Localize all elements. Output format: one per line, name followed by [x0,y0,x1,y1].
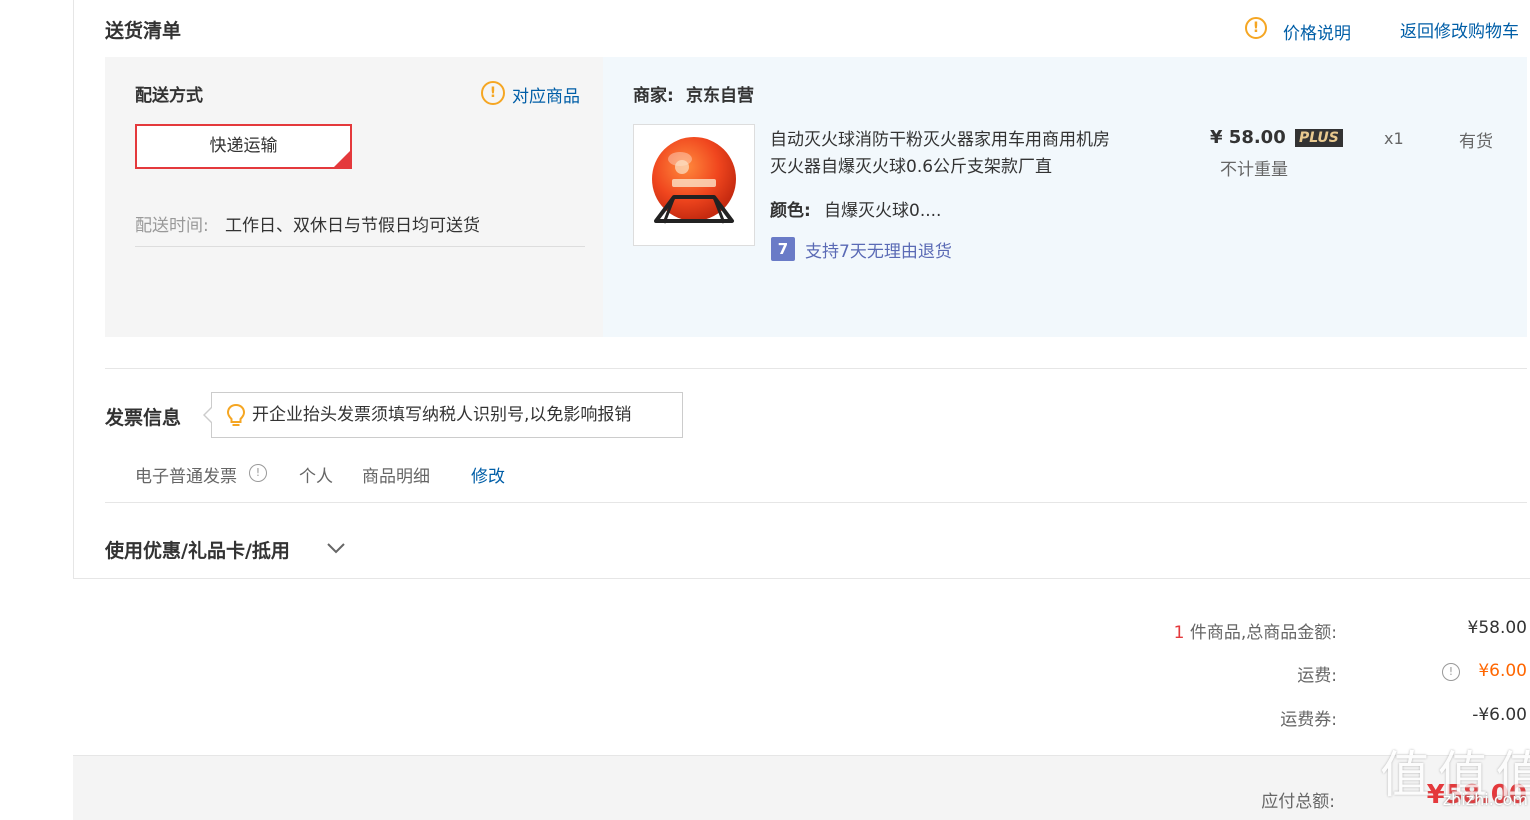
payable-label: 应付总额: [1261,792,1335,812]
section-divider [105,368,1527,369]
check-icon: ✓ [340,143,349,154]
delivery-time-label: 配送时间: [135,216,209,236]
delivery-list-title: 送货清单 [105,20,182,42]
color-value: 自爆灭火球0.... [824,201,942,221]
product-quantity: x1 [1384,129,1404,148]
freight-value: ¥6.00 [1478,661,1527,681]
delivery-time-value: 工作日、双休日与节假日均可送货 [225,216,480,236]
goods-total-value: ¥58.00 [1467,618,1527,638]
fire-extinguisher-ball-icon [652,137,736,224]
product-title-line1: 自动灭火球消防干粉灭火器家用车用商用机房 [770,130,1110,150]
product-title-line2: 灭火器自爆灭火球0.6公斤支架款厂直 [770,157,1053,177]
back-to-cart-link[interactable]: 返回修改购物车 [1400,17,1519,42]
coupon-toggle[interactable]: 使用优惠/礼品卡/抵用 [105,536,290,563]
freight-coupon-label: 运费券: [1280,710,1337,730]
merchant-label: 商家: [633,86,674,106]
goods-total-label: 件商品,总商品金额: [1189,623,1337,643]
tip-arrow-inner [205,408,212,422]
freight-label: 运费: [1297,666,1337,686]
invoice-holder: 个人 [299,467,333,487]
price-note-link[interactable]: 价格说明 [1283,19,1351,44]
invoice-content: 商品明细 [362,467,430,487]
product-weight: 不计重量 [1220,160,1288,180]
seven-day-return-icon: 7 [771,237,795,261]
delivery-time-underline [135,246,585,247]
invoice-type: 电子普通发票 [135,467,237,487]
merchant-name: 京东自营 [686,86,754,106]
lightbulb-icon [226,403,246,433]
express-shipping-option[interactable]: 快递运输 ✓ [135,124,352,169]
watermark-site: zhizhi.com [1442,790,1528,809]
goods-count-line: 1 件商品,总商品金额: [937,618,1337,643]
plus-badge: PLUS [1295,129,1343,147]
invoice-tip-text: 开企业抬头发票须填写纳税人识别号,以免影响报销 [252,405,632,425]
matching-goods-link[interactable]: 对应商品 [512,82,580,107]
product-image[interactable] [633,124,755,246]
goods-count: 1 [1173,623,1185,643]
invoice-title: 发票信息 [105,407,182,429]
stock-status: 有货 [1459,132,1493,152]
matching-goods-icon: ! [481,81,505,105]
freight-coupon-value: -¥6.00 [1472,705,1527,725]
warning-icon: ! [1245,17,1267,39]
invoice-edit-link[interactable]: 修改 [471,462,505,487]
main-bottom-border [73,578,1530,579]
coupon-title: 使用优惠/礼品卡/抵用 [105,540,290,562]
shipping-method-label: 配送方式 [135,86,203,106]
panel-left-border [73,0,74,578]
chevron-down-icon[interactable] [326,540,346,559]
info-icon[interactable]: ! [249,464,267,482]
express-shipping-label: 快递运输 [209,136,278,156]
return-policy-link[interactable]: 支持7天无理由退货 [805,237,952,262]
invoice-tip: 开企业抬头发票须填写纳税人识别号,以免影响报销 [211,392,683,438]
product-title[interactable]: 自动灭火球消防干粉灭火器家用车用商用机房 灭火器自爆灭火球0.6公斤支架款厂直 [770,127,1110,181]
product-price: ¥ 58.00 [1210,127,1286,148]
section-divider [105,502,1527,503]
color-label: 颜色: [770,201,811,221]
